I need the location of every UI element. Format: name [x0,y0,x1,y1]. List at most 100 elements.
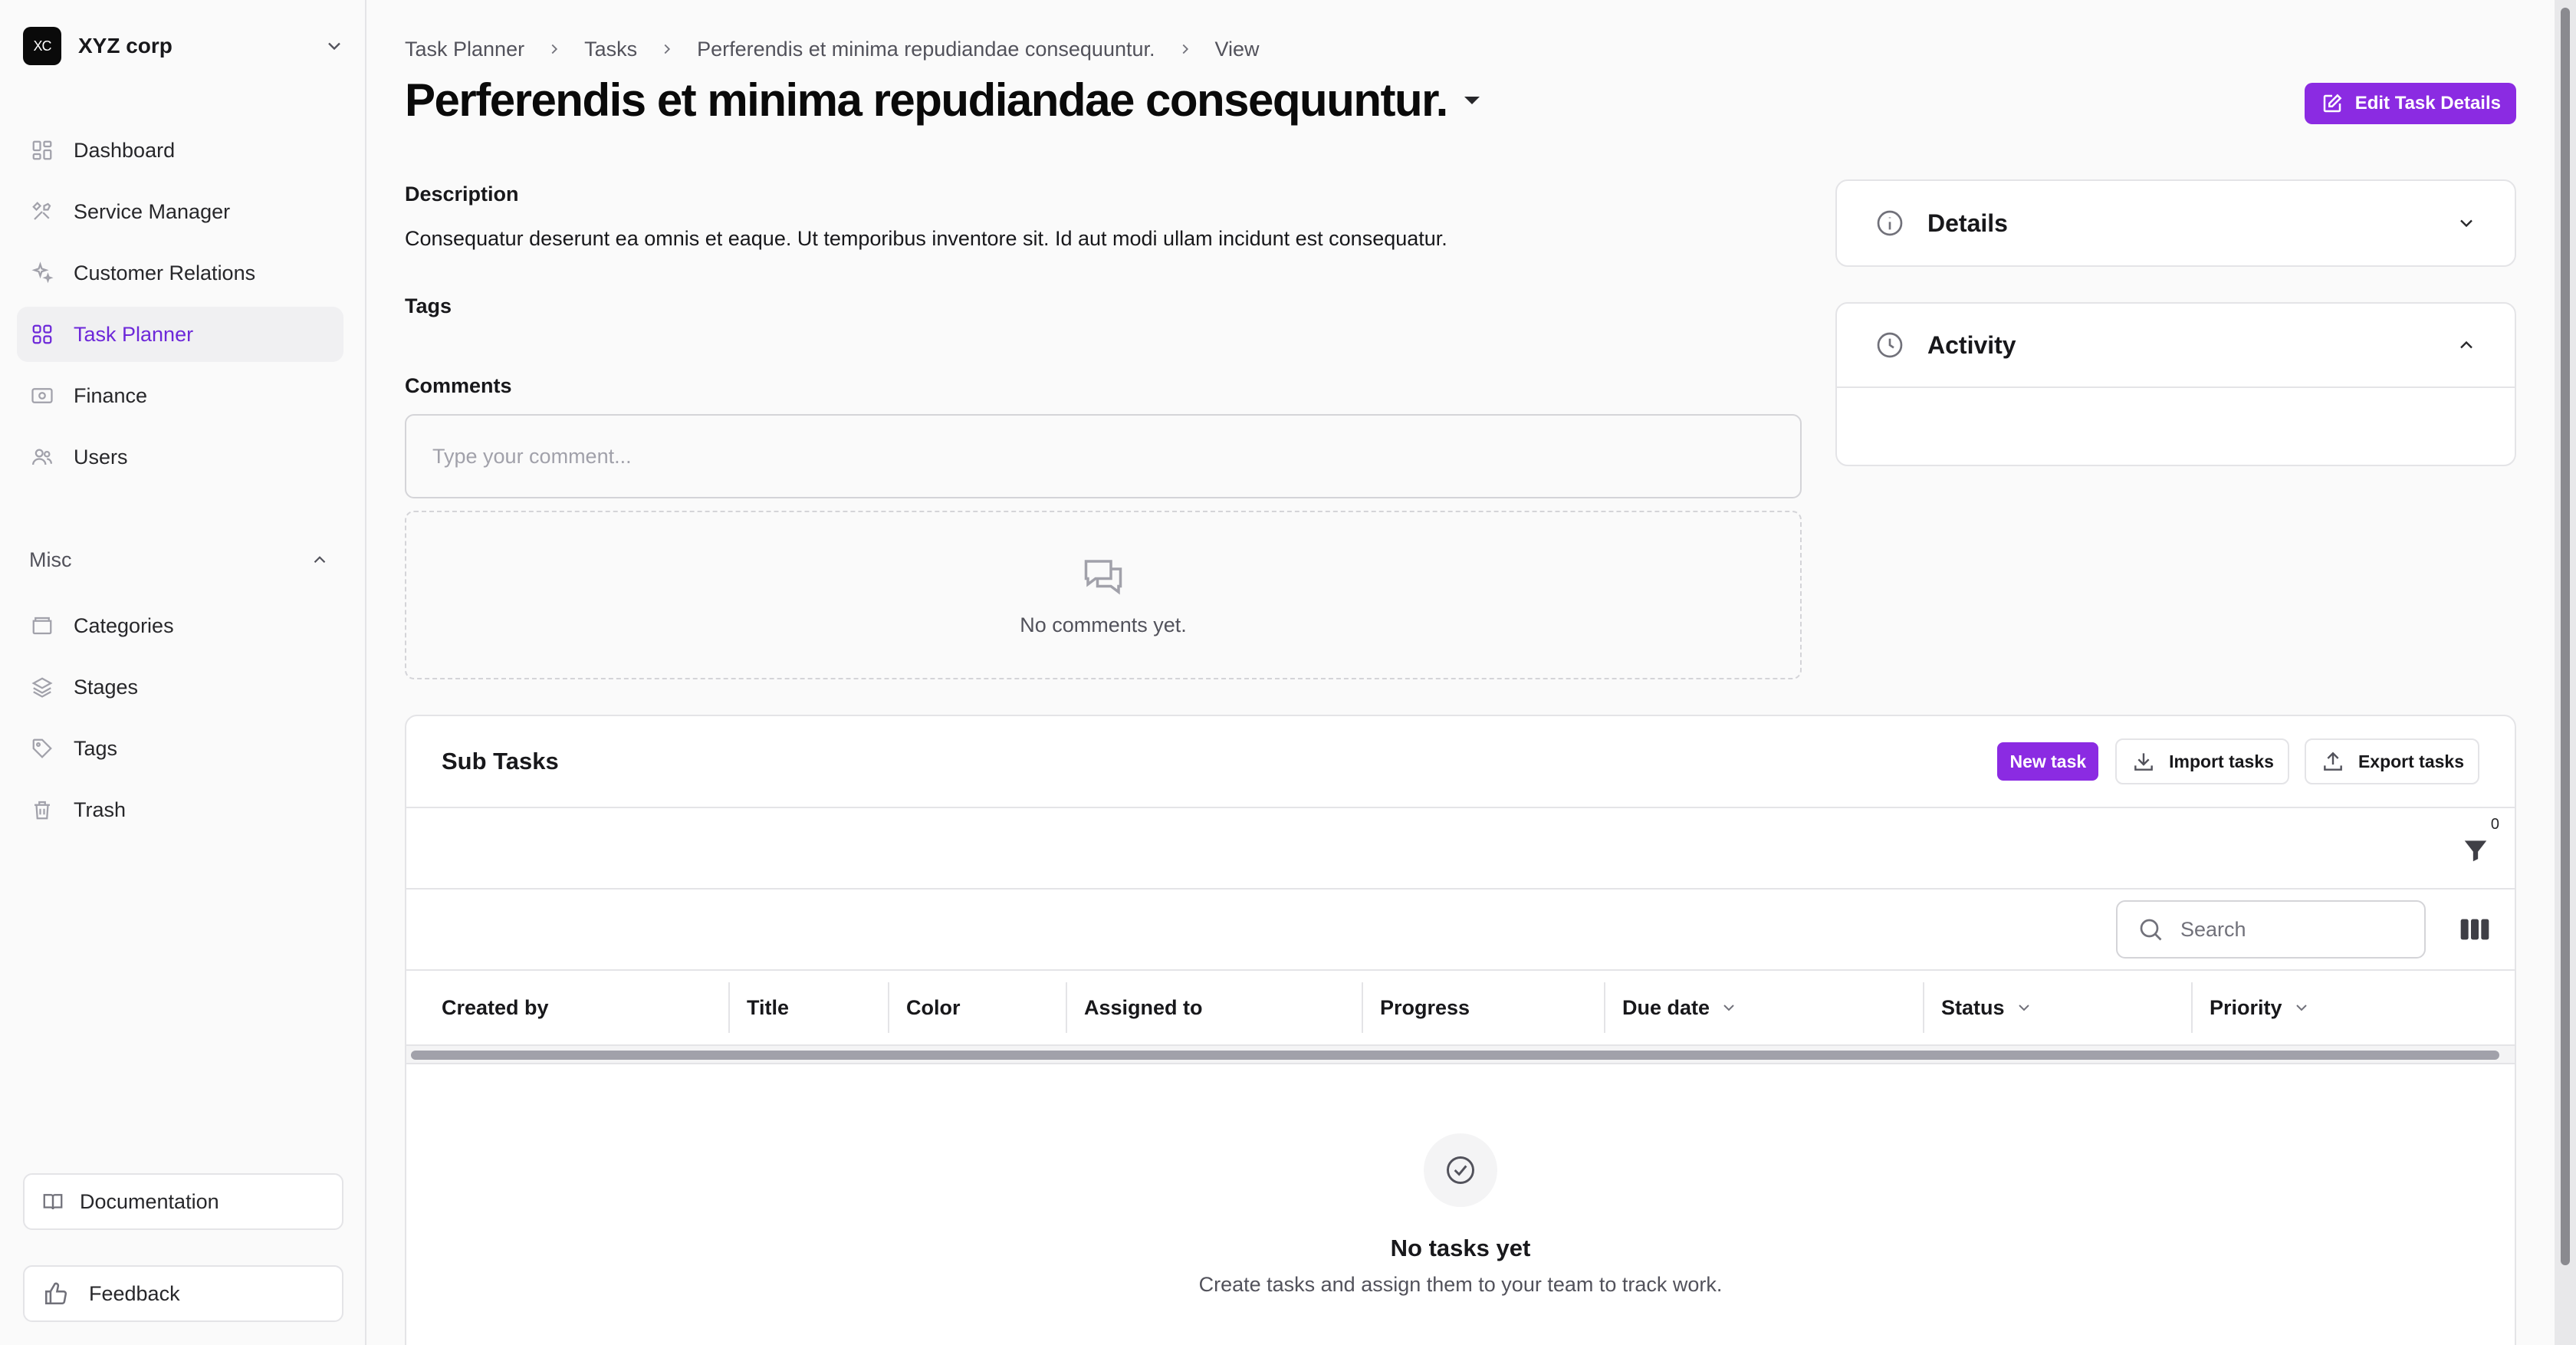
column-label: Created by [442,995,549,1019]
edit-task-details-button[interactable]: Edit Task Details [2304,83,2516,124]
details-panel-header[interactable]: Details [1837,181,2515,265]
org-logo: XC [23,27,61,65]
sidebar-item-dashboard[interactable]: Dashboard [17,123,343,178]
comments-empty-state: No comments yet. [405,511,1802,679]
table-header: Created by Title Color Assigned to Progr… [406,971,2515,1044]
column-due-date[interactable]: Due date [1605,982,1924,1033]
chevron-down-icon [2014,998,2034,1018]
feedback-label: Feedback [89,1281,180,1305]
breadcrumb-item-task[interactable]: Perferendis et minima repudiandae conseq… [697,38,1155,61]
comment-placeholder: Type your comment... [432,444,632,468]
column-assigned-to[interactable]: Assigned to [1067,982,1363,1033]
column-color[interactable]: Color [889,982,1067,1033]
sidebar-item-trash[interactable]: Trash [17,782,343,837]
import-tasks-label: Import tasks [2169,751,2274,771]
columns-icon[interactable] [2459,916,2490,943]
column-progress[interactable]: Progress [1363,982,1605,1033]
description-label: Description [405,183,519,206]
misc-nav: Categories Stages Tags Trash [17,598,343,844]
sidebar-item-label: Customer Relations [74,261,256,284]
sub-tasks-header: Sub Tasks New task Import tasks Export t… [406,716,2515,808]
title-row: Perferendis et minima repudiandae conseq… [405,74,1480,127]
trash-icon [29,797,55,823]
sidebar-item-service-manager[interactable]: Service Manager [17,184,343,239]
search-icon [2136,915,2165,944]
upload-icon [2320,748,2346,774]
breadcrumb-item-tasks[interactable]: Tasks [584,38,637,61]
column-created-by[interactable]: Created by [406,982,730,1033]
app-root: XC XYZ corp Dashboard Service Manager Cu… [0,0,2576,1345]
sidebar-item-label: Tags [74,736,118,760]
column-title[interactable]: Title [730,982,889,1033]
check-circle-icon [1424,1133,1497,1207]
scrollbar-thumb[interactable] [411,1051,2499,1060]
sidebar: XC XYZ corp Dashboard Service Manager Cu… [0,0,366,1345]
sidebar-item-label: Categories [74,613,174,637]
grid-icon [29,321,55,347]
chevron-right-icon [1177,41,1194,58]
org-switcher[interactable]: XC XYZ corp [23,26,345,66]
page-vertical-scrollbar[interactable] [2555,0,2576,1345]
column-label: Due date [1622,995,1710,1019]
column-label: Progress [1380,995,1470,1019]
breadcrumb: Task Planner Tasks Perferendis et minima… [405,34,1260,64]
misc-section-toggle[interactable]: Misc [29,544,330,575]
info-icon [1874,207,1906,239]
main-nav: Dashboard Service Manager Customer Relat… [17,123,343,491]
filter-icon[interactable] [2461,834,2490,867]
no-comments-text: No comments yet. [1020,613,1187,636]
comment-input[interactable]: Type your comment... [405,414,1802,498]
sidebar-item-label: Finance [74,383,148,407]
table-horizontal-scrollbar[interactable] [406,1044,2515,1064]
sidebar-item-customer-relations[interactable]: Customer Relations [17,245,343,301]
tasks-empty-state: No tasks yet Create tasks and assign the… [406,1064,2515,1297]
misc-section-label: Misc [29,548,72,571]
chevron-down-icon [1719,998,1739,1018]
chevron-down-icon [328,42,340,51]
search-row: Search [406,890,2515,971]
breadcrumb-item-task-planner[interactable]: Task Planner [405,38,524,61]
sidebar-item-users[interactable]: Users [17,429,343,485]
activity-panel-header[interactable]: Activity [1837,304,2515,388]
export-tasks-button[interactable]: Export tasks [2304,738,2479,784]
sidebar-item-stages[interactable]: Stages [17,659,343,715]
column-priority[interactable]: Priority [2193,982,2515,1033]
sidebar-item-label: Task Planner [74,322,194,346]
book-open-icon [40,1189,66,1215]
thumbs-up-icon [43,1281,69,1307]
caret-down-icon[interactable] [1464,96,1480,104]
documentation-button[interactable]: Documentation [23,1173,343,1230]
new-task-button[interactable]: New task [1997,742,2099,781]
documentation-label: Documentation [80,1189,219,1213]
sidebar-item-task-planner[interactable]: Task Planner [17,307,343,362]
folder-icon [29,613,55,639]
layers-icon [29,674,55,700]
chevron-down-icon [2455,212,2478,235]
tags-label: Tags [405,294,452,317]
sidebar-item-categories[interactable]: Categories [17,598,343,653]
scrollbar-thumb[interactable] [2561,8,2570,1265]
sidebar-item-label: Dashboard [74,138,176,162]
details-panel-title: Details [1927,209,2008,237]
feedback-button[interactable]: Feedback [23,1265,343,1322]
sidebar-item-finance[interactable]: Finance [17,368,343,423]
details-panel: Details [1835,179,2516,267]
users-icon [29,444,55,470]
column-label: Title [747,995,790,1019]
column-label: Status [1941,995,2005,1019]
column-status[interactable]: Status [1924,982,2193,1033]
clock-icon [1874,329,1906,361]
banknote-icon [29,383,55,409]
sidebar-item-label: Stages [74,675,139,699]
sidebar-item-label: Users [74,445,128,469]
chevron-up-icon [314,556,326,564]
import-tasks-button[interactable]: Import tasks [2115,738,2289,784]
search-input[interactable]: Search [2116,900,2426,959]
main-content: Task Planner Tasks Perferendis et minima… [368,0,2555,1345]
download-icon [2131,748,2157,774]
filter-count-badge: 0 [2490,816,2499,833]
empty-subtitle: Create tasks and assign them to your tea… [1198,1273,1723,1296]
sidebar-item-tags[interactable]: Tags [17,721,343,776]
comments-label: Comments [405,374,512,397]
chevron-up-icon [2455,334,2478,357]
